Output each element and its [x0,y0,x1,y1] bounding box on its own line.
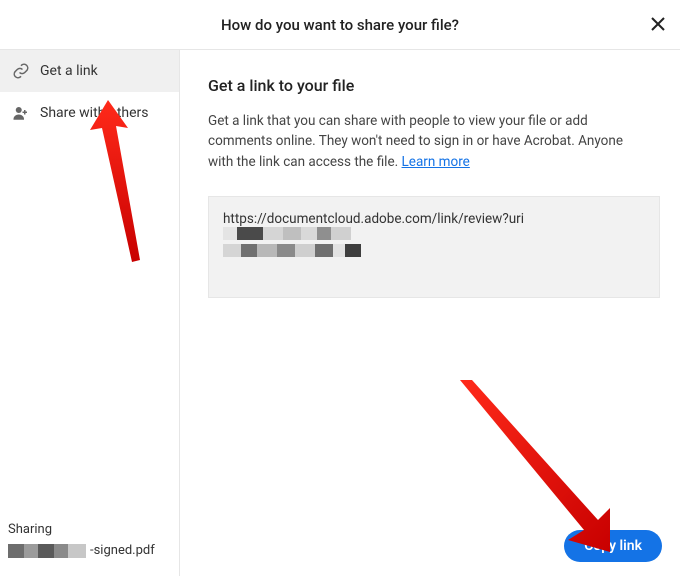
link-url-box[interactable]: https://documentcloud.adobe.com/link/rev… [208,196,660,298]
main-title: Get a link to your file [208,76,660,95]
main-description: Get a link that you can share with peopl… [208,111,648,172]
main-panel: Get a link to your file Get a link that … [180,50,680,576]
dialog-header: How do you want to share your file? [0,0,680,50]
redacted-url-part-1 [223,227,351,240]
redacted-url-part-2 [223,244,361,257]
dialog-title: How do you want to share your file? [221,16,459,34]
sharing-label: Sharing [8,522,171,537]
learn-more-link[interactable]: Learn more [402,154,470,170]
sidebar-item-share-others[interactable]: Share with others [0,92,179,134]
link-url-text: https://documentcloud.adobe.com/link/rev… [223,211,524,227]
file-name-row: -signed.pdf [8,543,171,558]
close-icon [650,16,666,32]
sidebar-items: Get a link Share with others [0,50,179,512]
sidebar: Get a link Share with others Sharing [0,50,180,576]
copy-link-button[interactable]: Copy link [564,530,662,562]
person-add-icon [12,104,30,122]
sidebar-item-label: Share with others [40,105,149,121]
dialog-body: Get a link Share with others Sharing [0,50,680,576]
sidebar-footer: Sharing -signed.pdf [0,512,179,576]
redacted-filename [8,544,86,558]
link-icon [12,62,30,80]
file-suffix: -signed.pdf [90,543,155,558]
sidebar-item-get-link[interactable]: Get a link [0,50,179,92]
sidebar-item-label: Get a link [40,63,98,79]
close-button[interactable] [646,12,670,36]
